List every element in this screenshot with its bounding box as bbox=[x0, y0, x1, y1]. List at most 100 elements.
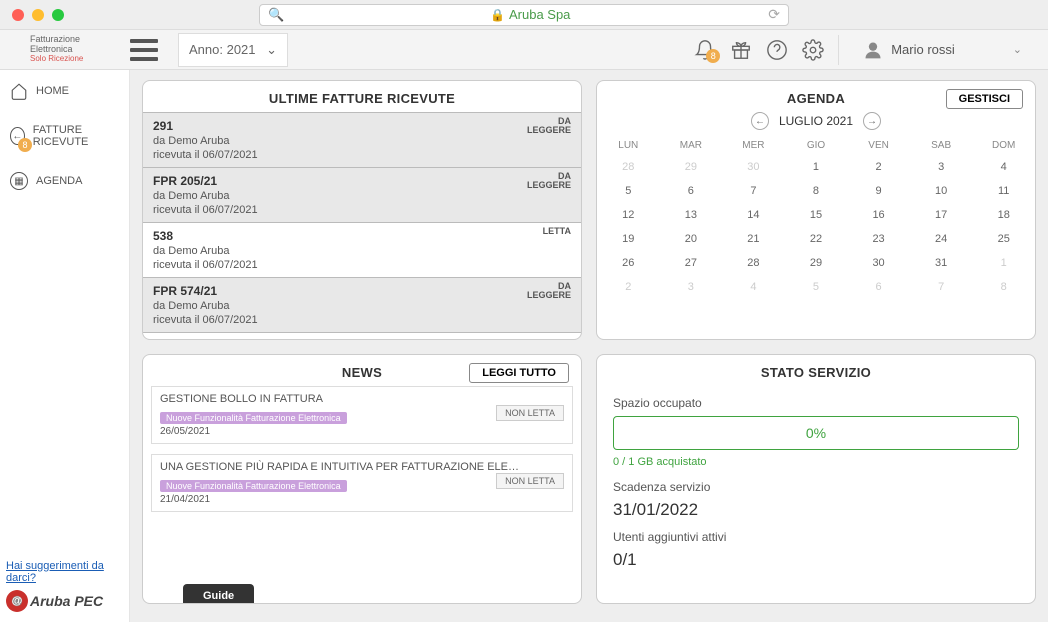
address-bar-title: 🔒Aruba Spa bbox=[292, 7, 768, 22]
calendar-cell[interactable]: 31 bbox=[910, 251, 973, 275]
calendar-cell[interactable]: 4 bbox=[722, 275, 785, 299]
fattura-item[interactable]: 291 da Demo Aruba ricevuta il 06/07/2021… bbox=[143, 113, 581, 168]
calendar-cell[interactable]: 6 bbox=[847, 275, 910, 299]
calendar-cell[interactable]: 17 bbox=[910, 203, 973, 227]
minimize-window-icon[interactable] bbox=[32, 9, 44, 21]
calendar-cell[interactable]: 29 bbox=[660, 155, 723, 179]
calendar-cell[interactable]: 3 bbox=[910, 155, 973, 179]
calendar-cell[interactable]: 19 bbox=[597, 227, 660, 251]
calendar-cell[interactable]: 7 bbox=[722, 179, 785, 203]
fatture-list[interactable]: 291 da Demo Aruba ricevuta il 06/07/2021… bbox=[143, 112, 581, 333]
news-tag: Nuove Funzionalità Fatturazione Elettron… bbox=[160, 480, 347, 492]
fattura-status: LETTA bbox=[543, 227, 571, 236]
calendar-cell[interactable]: 7 bbox=[910, 275, 973, 299]
card-title: ULTIME FATTURE RICEVUTE bbox=[143, 81, 581, 112]
fattura-number: FPR 205/21 bbox=[153, 174, 571, 188]
calendar-cell[interactable]: 24 bbox=[910, 227, 973, 251]
news-item[interactable]: GESTIONE BOLLO IN FATTURA Nuove Funziona… bbox=[151, 386, 573, 444]
next-month-icon[interactable]: → bbox=[863, 112, 881, 130]
address-bar[interactable]: 🔍 🔒Aruba Spa ⟳ bbox=[259, 4, 789, 26]
card-title: STATO SERVIZIO bbox=[597, 355, 1035, 386]
calendar-cell[interactable]: 29 bbox=[785, 251, 848, 275]
fattura-date: ricevuta il 06/07/2021 bbox=[153, 314, 571, 326]
sidebar-item-fatture-ricevute[interactable]: ← FATTURE RICEVUTE 8 bbox=[0, 112, 129, 160]
calendar-cell[interactable]: 3 bbox=[660, 275, 723, 299]
calendar-cell[interactable]: 5 bbox=[597, 179, 660, 203]
settings-icon[interactable] bbox=[802, 39, 824, 61]
calendar-cell[interactable]: 23 bbox=[847, 227, 910, 251]
refresh-icon[interactable]: ⟳ bbox=[768, 6, 780, 23]
gestisci-button[interactable]: GESTISCI bbox=[946, 89, 1023, 109]
calendar-cell[interactable]: 30 bbox=[722, 155, 785, 179]
calendar-cell[interactable]: 26 bbox=[597, 251, 660, 275]
calendar-cell[interactable]: 11 bbox=[972, 179, 1035, 203]
calendar-cell[interactable]: 8 bbox=[972, 275, 1035, 299]
chevron-down-icon: ⌄ bbox=[1013, 43, 1022, 56]
calendar-cell[interactable]: 2 bbox=[847, 155, 910, 179]
fattura-from: da Demo Aruba bbox=[153, 135, 571, 147]
sidebar-item-home[interactable]: HOME bbox=[0, 70, 129, 112]
feedback-link[interactable]: Hai suggerimenti da darci? bbox=[6, 560, 123, 584]
fattura-date: ricevuta il 06/07/2021 bbox=[153, 149, 571, 161]
sidebar-item-label: HOME bbox=[36, 85, 69, 97]
fattura-item[interactable]: FPR 205/21 da Demo Aruba ricevuta il 06/… bbox=[143, 168, 581, 223]
fattura-status: DALEGGERE bbox=[527, 282, 571, 300]
calendar-cell[interactable]: 30 bbox=[847, 251, 910, 275]
user-menu[interactable]: Mario rossi ⌄ bbox=[853, 40, 1036, 60]
calendar-cell[interactable]: 8 bbox=[785, 179, 848, 203]
calendar-day-header: LUN bbox=[597, 136, 660, 155]
traffic-lights bbox=[12, 9, 64, 21]
calendar-body: 2829301234567891011121314151617181920212… bbox=[597, 155, 1035, 299]
calendar-cell[interactable]: 15 bbox=[785, 203, 848, 227]
calendar-cell[interactable]: 10 bbox=[910, 179, 973, 203]
leggi-tutto-button[interactable]: LEGGI TUTTO bbox=[469, 363, 569, 383]
news-tag: Nuove Funzionalità Fatturazione Elettron… bbox=[160, 412, 347, 424]
gift-icon[interactable] bbox=[730, 39, 752, 61]
calendar-cell[interactable]: 5 bbox=[785, 275, 848, 299]
scadenza-label: Scadenza servizio bbox=[613, 480, 1019, 494]
calendar-cell[interactable]: 1 bbox=[785, 155, 848, 179]
calendar-cell[interactable]: 12 bbox=[597, 203, 660, 227]
fattura-item[interactable]: FPR 574/21 da Demo Aruba ricevuta il 06/… bbox=[143, 278, 581, 333]
sidebar-item-label: FATTURE RICEVUTE bbox=[33, 124, 119, 148]
notifications-icon[interactable]: 8 bbox=[694, 39, 716, 61]
news-item[interactable]: UNA GESTIONE PIÙ RAPIDA E INTUITIVA PER … bbox=[151, 454, 573, 512]
calendar-day-header: MER bbox=[722, 136, 785, 155]
prev-month-icon[interactable]: ← bbox=[751, 112, 769, 130]
calendar-cell[interactable]: 14 bbox=[722, 203, 785, 227]
help-icon[interactable] bbox=[766, 39, 788, 61]
calendar-cell[interactable]: 4 bbox=[972, 155, 1035, 179]
fatture-badge: 8 bbox=[18, 138, 32, 152]
guide-button[interactable]: Guide bbox=[183, 584, 254, 604]
news-date: 21/04/2021 bbox=[160, 494, 564, 505]
calendar-cell[interactable]: 20 bbox=[660, 227, 723, 251]
calendar-cell[interactable]: 28 bbox=[597, 155, 660, 179]
calendar-cell[interactable]: 9 bbox=[847, 179, 910, 203]
user-name: Mario rossi bbox=[891, 42, 955, 57]
calendar-cell[interactable]: 1 bbox=[972, 251, 1035, 275]
fattura-date: ricevuta il 06/07/2021 bbox=[153, 204, 571, 216]
card-news: NEWS LEGGI TUTTO GESTIONE BOLLO IN FATTU… bbox=[142, 354, 582, 604]
calendar-cell[interactable]: 18 bbox=[972, 203, 1035, 227]
fattura-item[interactable]: 538 da Demo Aruba ricevuta il 06/07/2021… bbox=[143, 223, 581, 278]
scadenza-value: 31/01/2022 bbox=[613, 500, 1019, 520]
maximize-window-icon[interactable] bbox=[52, 9, 64, 21]
calendar-cell[interactable]: 28 bbox=[722, 251, 785, 275]
close-window-icon[interactable] bbox=[12, 9, 24, 21]
calendar-cell[interactable]: 27 bbox=[660, 251, 723, 275]
calendar-cell[interactable]: 22 bbox=[785, 227, 848, 251]
search-icon: 🔍 bbox=[268, 7, 284, 23]
year-dropdown[interactable]: Anno: 2021 ⌄ bbox=[178, 33, 288, 67]
fattura-from: da Demo Aruba bbox=[153, 300, 571, 312]
calendar-cell[interactable]: 6 bbox=[660, 179, 723, 203]
calendar-cell[interactable]: 13 bbox=[660, 203, 723, 227]
sidebar-item-agenda[interactable]: ▦ AGENDA bbox=[0, 160, 129, 202]
calendar-cell[interactable]: 21 bbox=[722, 227, 785, 251]
calendar-cell[interactable]: 2 bbox=[597, 275, 660, 299]
calendar-cell[interactable]: 16 bbox=[847, 203, 910, 227]
calendar-day-header: GIO bbox=[785, 136, 848, 155]
calendar-cell[interactable]: 25 bbox=[972, 227, 1035, 251]
news-status: NON LETTA bbox=[496, 405, 564, 421]
utenti-value: 0/1 bbox=[613, 550, 1019, 570]
hamburger-menu-icon[interactable] bbox=[130, 39, 158, 61]
